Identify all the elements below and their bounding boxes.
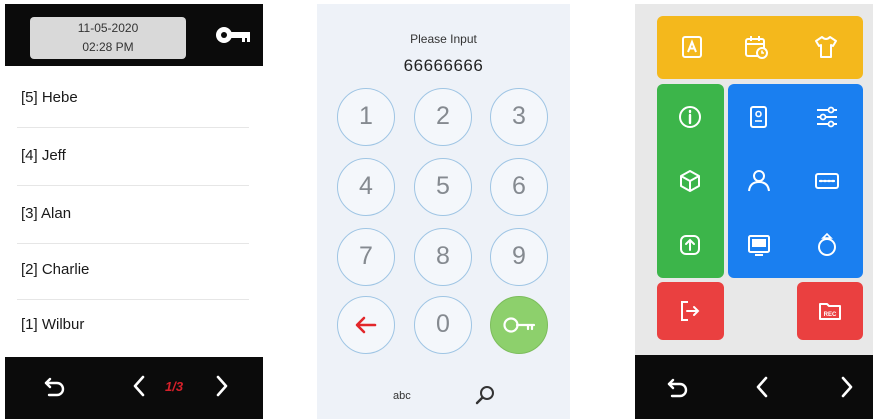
key-7-button[interactable]: 7 <box>337 228 395 286</box>
chevron-right-icon[interactable] <box>212 373 232 399</box>
datetime-display: 11-05-2020 02:28 PM <box>30 17 186 59</box>
exit-icon <box>681 301 700 321</box>
key-9-button[interactable]: 9 <box>490 228 548 286</box>
key-4-button[interactable]: 4 <box>337 158 395 216</box>
settings-sliders-icon[interactable] <box>814 104 840 130</box>
user-card-icon[interactable] <box>679 34 705 60</box>
user-name: [2] Charlie <box>21 261 90 278</box>
monitor-icon[interactable] <box>746 232 772 258</box>
user-icon[interactable] <box>746 168 772 194</box>
chevron-left-icon[interactable] <box>129 373 149 399</box>
chevron-right-icon[interactable] <box>837 374 857 400</box>
key-icon <box>503 317 536 333</box>
top-bar: 11-05-2020 02:28 PM <box>5 4 263 66</box>
key-5-button[interactable]: 5 <box>414 158 472 216</box>
list-item[interactable]: [5] Hebe <box>5 70 263 128</box>
left-arrow-icon <box>355 316 377 334</box>
back-arrow-icon[interactable] <box>43 374 67 398</box>
key-8-button[interactable]: 8 <box>414 228 472 286</box>
user-name: [3] Alan <box>21 205 72 222</box>
bottom-bar: 1/3 <box>5 357 263 419</box>
face-device-icon[interactable] <box>746 104 772 130</box>
cube-icon[interactable] <box>677 168 703 194</box>
list-item[interactable]: [1] Wilbur <box>5 297 263 355</box>
ring-icon[interactable] <box>814 232 840 258</box>
page-indicator: 1/3 <box>165 379 184 394</box>
key-0-button[interactable]: 0 <box>414 296 472 354</box>
rec-label: REC <box>824 312 837 318</box>
info-icon[interactable] <box>677 104 703 130</box>
input-display: 66666666 <box>403 56 484 75</box>
key-6-button[interactable]: 6 <box>490 158 548 216</box>
user-name: [4] Jeff <box>21 147 66 164</box>
input-prompt: Please Input <box>410 32 477 46</box>
user-name: [5] Hebe <box>21 89 78 106</box>
bottom-bar <box>635 355 873 419</box>
calendar-clock-icon[interactable] <box>743 34 769 60</box>
list-item[interactable]: [2] Charlie <box>5 242 263 300</box>
back-arrow-icon[interactable] <box>666 375 690 399</box>
user-name: [1] Wilbur <box>21 316 85 333</box>
yellow-tile-group <box>657 16 863 79</box>
blue-tile-group <box>728 84 863 278</box>
time-text: 02:28 PM <box>82 40 134 54</box>
green-tile-group <box>657 84 724 278</box>
abc-toggle[interactable]: abc <box>393 390 411 402</box>
unlock-key-button[interactable] <box>490 296 548 354</box>
chevron-left-icon[interactable] <box>752 374 772 400</box>
red-tile-rec[interactable]: REC <box>797 282 863 340</box>
upload-device-icon[interactable] <box>677 232 703 258</box>
key-2-button[interactable]: 2 <box>414 88 472 146</box>
list-item[interactable]: [4] Jeff <box>5 128 263 186</box>
key-icon[interactable] <box>215 24 251 46</box>
shirt-icon[interactable] <box>813 34 839 60</box>
date-text: 11-05-2020 <box>77 21 139 35</box>
key-3-button[interactable]: 3 <box>490 88 548 146</box>
rec-icon: REC <box>819 303 841 320</box>
key-1-button[interactable]: 1 <box>337 88 395 146</box>
backspace-button[interactable] <box>337 296 395 354</box>
password-field-icon[interactable] <box>814 168 840 194</box>
red-tile-exit[interactable] <box>657 282 724 340</box>
user-list-screen: 11-05-2020 02:28 PM [5] Hebe [4] Jeff [3… <box>5 4 263 419</box>
search-icon[interactable] <box>474 384 496 406</box>
keypad-screen: Please Input 66666666 1 2 3 4 5 6 7 8 9 … <box>317 4 570 419</box>
menu-screen: REC <box>635 4 873 419</box>
list-item[interactable]: [3] Alan <box>5 186 263 244</box>
